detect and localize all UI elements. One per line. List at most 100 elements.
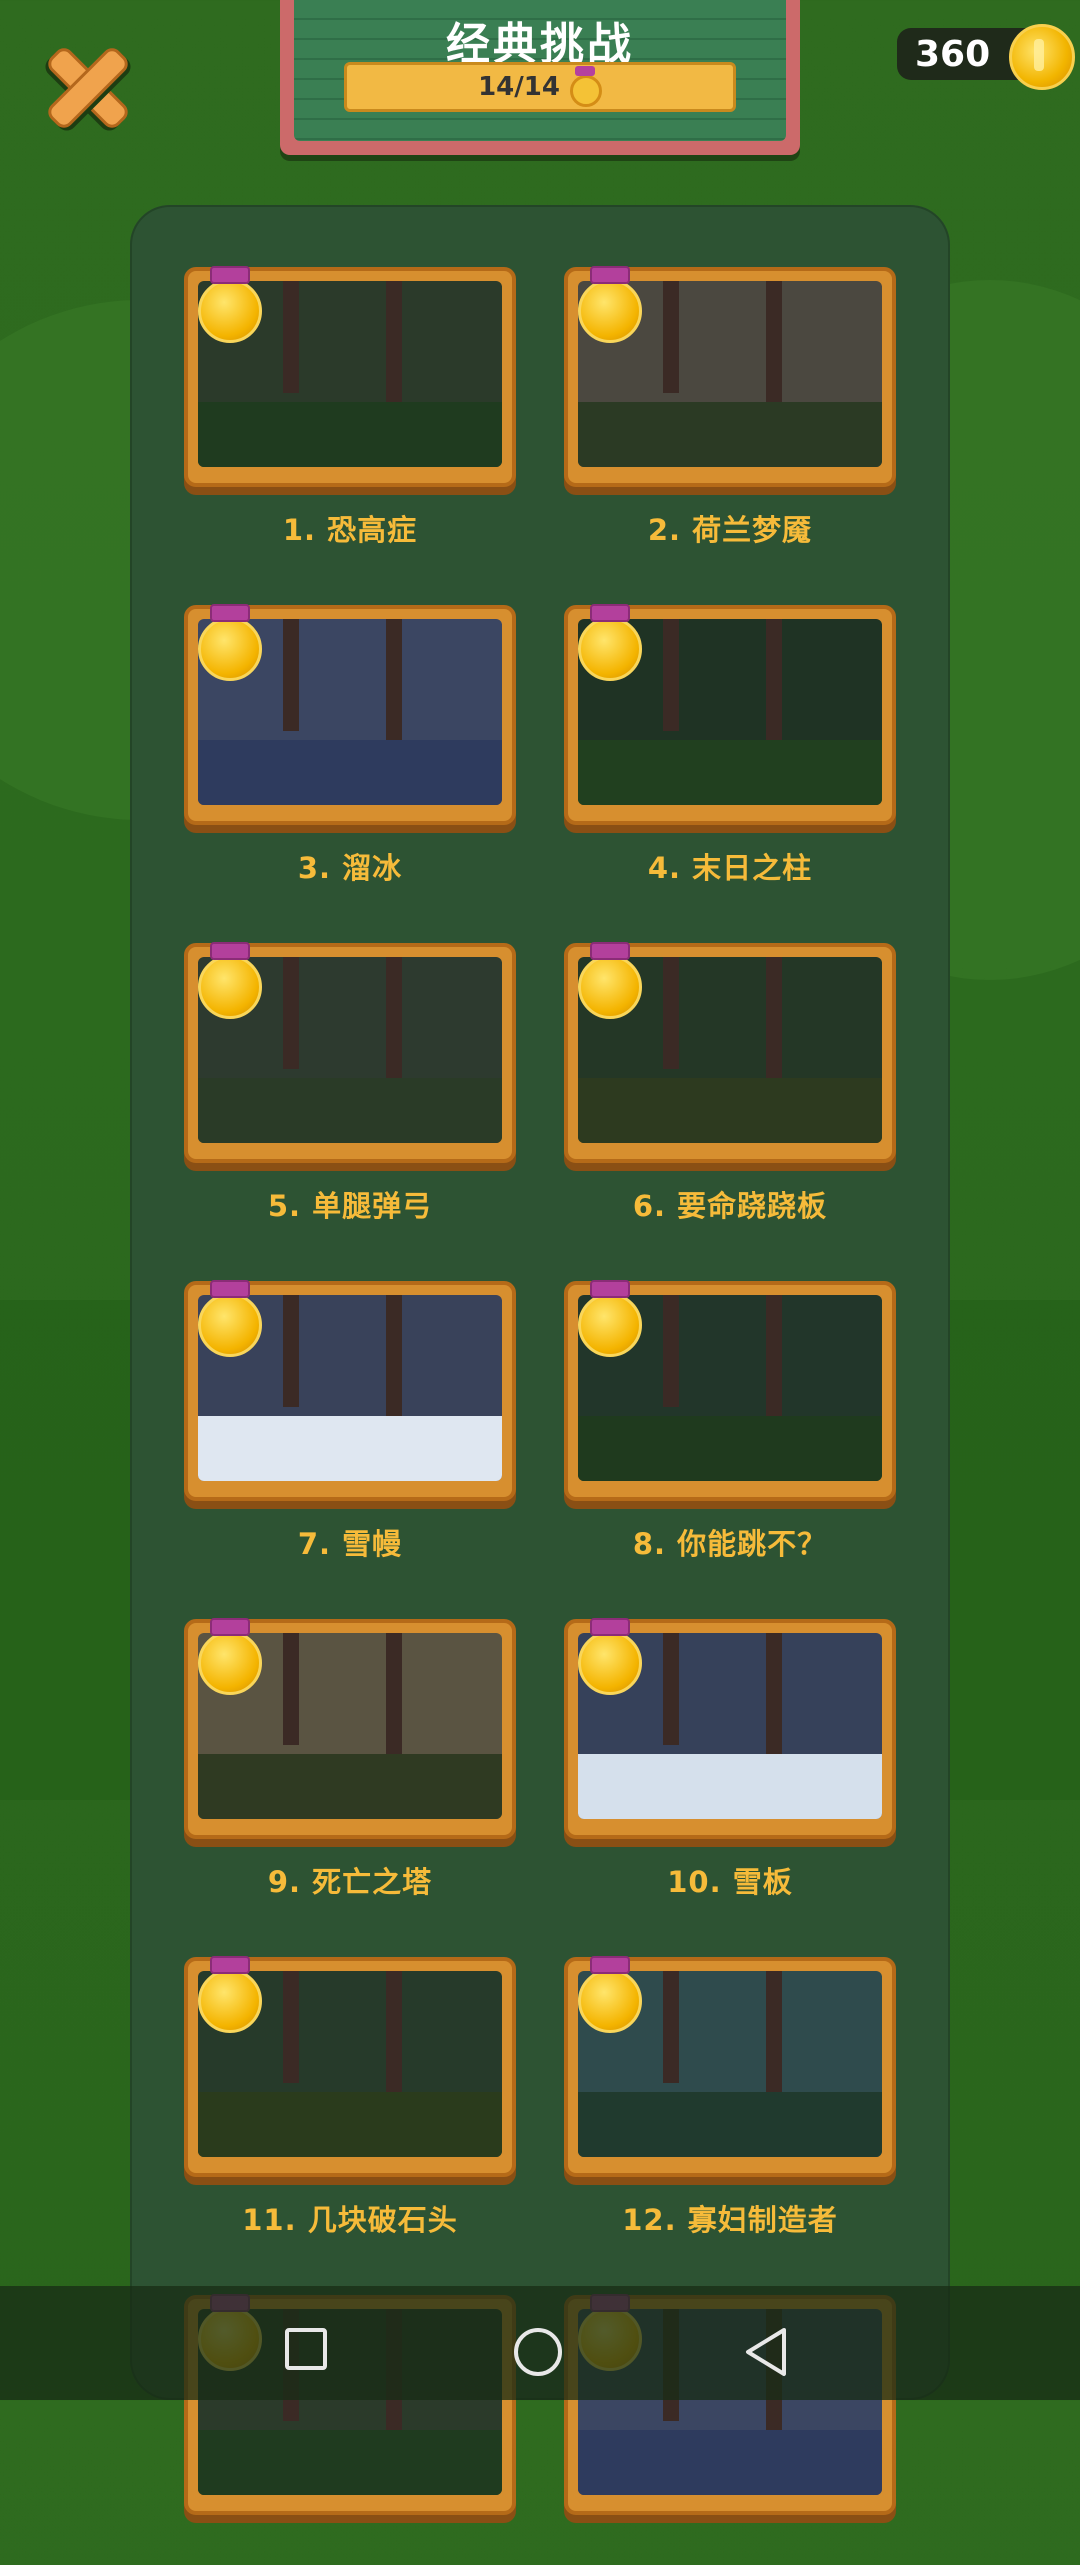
level-label: 12. 寡妇制造者: [622, 2203, 838, 2237]
preview-tree: [386, 1633, 403, 1764]
level-card-11[interactable]: 11. 几块破石头: [184, 1956, 516, 2237]
preview-ground: [578, 1077, 882, 1143]
level-card-9[interactable]: 9. 死亡之塔: [184, 1618, 516, 1899]
preview-tree: [663, 1971, 680, 2083]
level-thumbnail: [184, 942, 516, 1163]
preview-tree: [766, 1633, 783, 1764]
medal-icon: [578, 1280, 642, 1357]
level-card-8[interactable]: 8. 你能跳不？: [564, 1280, 896, 1561]
level-grid-panel: 1. 恐高症 2. 荷兰梦魇 3. 溜冰 4. 末日之柱 5. 单腿弹弓 6. 要命跷跷板…: [130, 205, 950, 2515]
preview-tree: [283, 1633, 300, 1745]
preview-ground: [578, 2091, 882, 2157]
level-thumbnail: [184, 1956, 516, 2177]
level-card-4[interactable]: 4. 末日之柱: [564, 604, 896, 885]
preview-tree: [283, 281, 300, 393]
preview-ground: [198, 1753, 502, 1819]
preview-tree: [386, 1971, 403, 2102]
level-card-10[interactable]: 10. 雪板: [564, 1618, 896, 1899]
back-icon[interactable]: [742, 2326, 790, 2378]
preview-ground: [198, 739, 502, 805]
level-card-12[interactable]: 12. 寡妇制造者: [564, 1956, 896, 2237]
preview-ground: [198, 2429, 502, 2495]
preview-ground: [578, 739, 882, 805]
medal-icon: [569, 66, 602, 107]
preview-tree: [766, 957, 783, 1088]
preview-tree: [766, 619, 783, 750]
level-card-3[interactable]: 3. 溜冰: [184, 604, 516, 885]
level-thumbnail: [184, 1280, 516, 1501]
title-board: 经典挑战 14/14: [280, 0, 800, 155]
medal-icon: [578, 1618, 642, 1695]
preview-tree: [283, 1295, 300, 1407]
progress-text: 14/14: [478, 72, 560, 102]
level-thumbnail: [564, 1618, 896, 1839]
coin-counter: 360: [897, 24, 1075, 90]
level-thumbnail: [184, 1618, 516, 1839]
medal-icon: [198, 1280, 262, 1357]
medal-icon: [578, 266, 642, 343]
level-label: 11. 几块破石头: [242, 2203, 458, 2237]
level-thumbnail: [184, 604, 516, 825]
medal-icon: [198, 1618, 262, 1695]
preview-tree: [386, 281, 403, 412]
level-card-6[interactable]: 6. 要命跷跷板: [564, 942, 896, 1223]
level-card-2[interactable]: 2. 荷兰梦魇: [564, 266, 896, 547]
medal-icon: [578, 1956, 642, 2033]
coin-icon: [1009, 24, 1075, 90]
preview-tree: [663, 281, 680, 393]
level-label: 10. 雪板: [667, 1865, 793, 1899]
preview-tree: [386, 957, 403, 1088]
preview-tree: [766, 281, 783, 412]
level-thumbnail: [564, 1280, 896, 1501]
level-label: 3. 溜冰: [297, 851, 403, 885]
level-label: 1. 恐高症: [282, 513, 418, 547]
coin-count: 360: [915, 33, 991, 75]
close-button[interactable]: [40, 40, 132, 132]
recent-apps-icon[interactable]: [285, 2328, 327, 2370]
level-label: 7. 雪幔: [297, 1527, 403, 1561]
level-thumbnail: [564, 604, 896, 825]
preview-ground: [578, 1415, 882, 1481]
medal-icon: [198, 604, 262, 681]
preview-tree: [386, 1295, 403, 1426]
home-icon[interactable]: [514, 2328, 562, 2376]
medal-icon: [198, 1956, 262, 2033]
preview-ground: [578, 401, 882, 467]
level-label: 9. 死亡之塔: [267, 1865, 433, 1899]
preview-tree: [386, 619, 403, 750]
medal-icon: [578, 604, 642, 681]
preview-tree: [283, 957, 300, 1069]
system-nav-bar: [0, 2286, 1080, 2400]
level-thumbnail: [564, 266, 896, 487]
preview-ground: [198, 401, 502, 467]
level-thumbnail: [564, 1956, 896, 2177]
preview-tree: [663, 957, 680, 1069]
level-card-5[interactable]: 5. 单腿弹弓: [184, 942, 516, 1223]
level-card-7[interactable]: 7. 雪幔: [184, 1280, 516, 1561]
preview-tree: [663, 1295, 680, 1407]
preview-ground: [198, 1077, 502, 1143]
preview-tree: [283, 1971, 300, 2083]
preview-ground: [198, 2091, 502, 2157]
progress-bar: 14/14: [344, 62, 736, 112]
level-label: 8. 你能跳不？: [632, 1527, 828, 1561]
level-label: 2. 荷兰梦魇: [647, 513, 813, 547]
preview-ground: [578, 2429, 882, 2495]
preview-ground: [578, 1753, 882, 1819]
title-board-inner: 经典挑战 14/14: [294, 0, 786, 141]
medal-icon: [198, 942, 262, 1019]
level-thumbnail: [564, 942, 896, 1163]
level-label: 6. 要命跷跷板: [632, 1189, 828, 1223]
level-label: 4. 末日之柱: [647, 851, 813, 885]
preview-ground: [198, 1415, 502, 1481]
medal-icon: [198, 266, 262, 343]
preview-tree: [766, 1295, 783, 1426]
medal-icon: [578, 942, 642, 1019]
level-thumbnail: [184, 266, 516, 487]
preview-tree: [663, 619, 680, 731]
preview-tree: [283, 619, 300, 731]
preview-tree: [766, 1971, 783, 2102]
level-label: 5. 单腿弹弓: [267, 1189, 433, 1223]
preview-tree: [663, 1633, 680, 1745]
level-card-1[interactable]: 1. 恐高症: [184, 266, 516, 547]
